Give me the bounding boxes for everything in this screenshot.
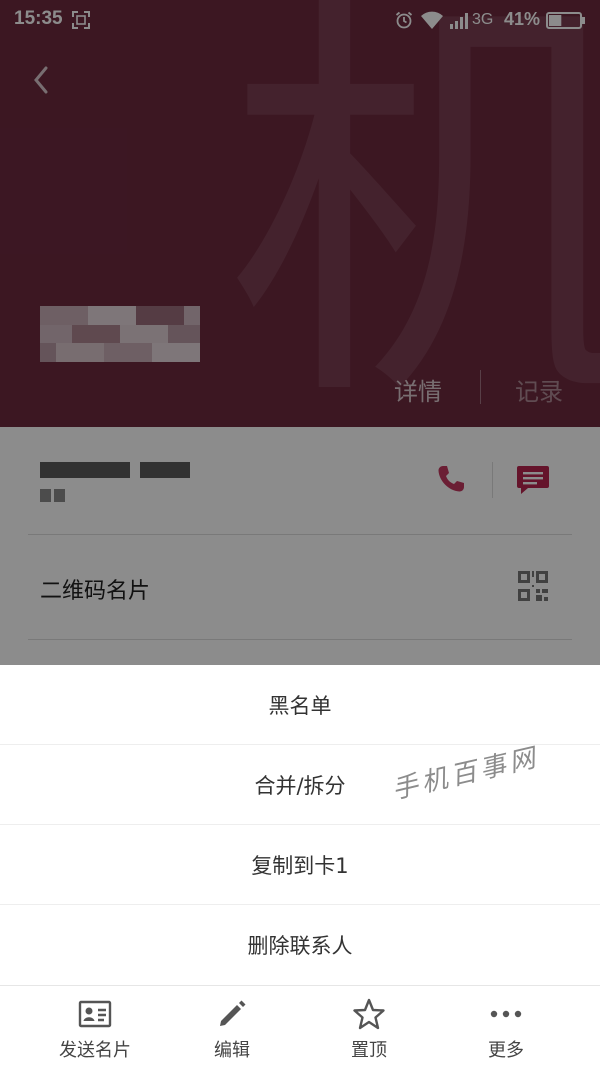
pin-top-label: 置顶 bbox=[351, 1040, 387, 1061]
action-delete-contact[interactable]: 删除联系人 bbox=[0, 905, 600, 985]
action-copy-to-sim1[interactable]: 复制到卡1 bbox=[0, 825, 600, 905]
edit-button[interactable]: 编辑 bbox=[157, 986, 307, 1067]
more-dots-icon bbox=[490, 1010, 522, 1018]
pencil-icon bbox=[220, 1000, 246, 1026]
send-card-label: 发送名片 bbox=[59, 1040, 131, 1061]
send-card-button[interactable]: 发送名片 bbox=[20, 986, 170, 1067]
contact-card-icon bbox=[78, 1000, 112, 1028]
action-blacklist[interactable]: 黑名单 bbox=[0, 665, 600, 745]
phone-icon[interactable] bbox=[436, 464, 466, 494]
star-icon bbox=[353, 998, 385, 1030]
pin-top-button[interactable]: 置顶 bbox=[294, 986, 444, 1067]
action-sheet: 黑名单 合并/拆分 复制到卡1 删除联系人 bbox=[0, 665, 600, 985]
more-label: 更多 bbox=[488, 1040, 524, 1061]
more-button[interactable]: 更多 bbox=[431, 986, 581, 1067]
dim-overlay[interactable] bbox=[0, 0, 600, 665]
edit-label: 编辑 bbox=[214, 1040, 250, 1061]
bottom-action-bar: 发送名片 编辑 置顶 更多 bbox=[0, 985, 600, 1067]
